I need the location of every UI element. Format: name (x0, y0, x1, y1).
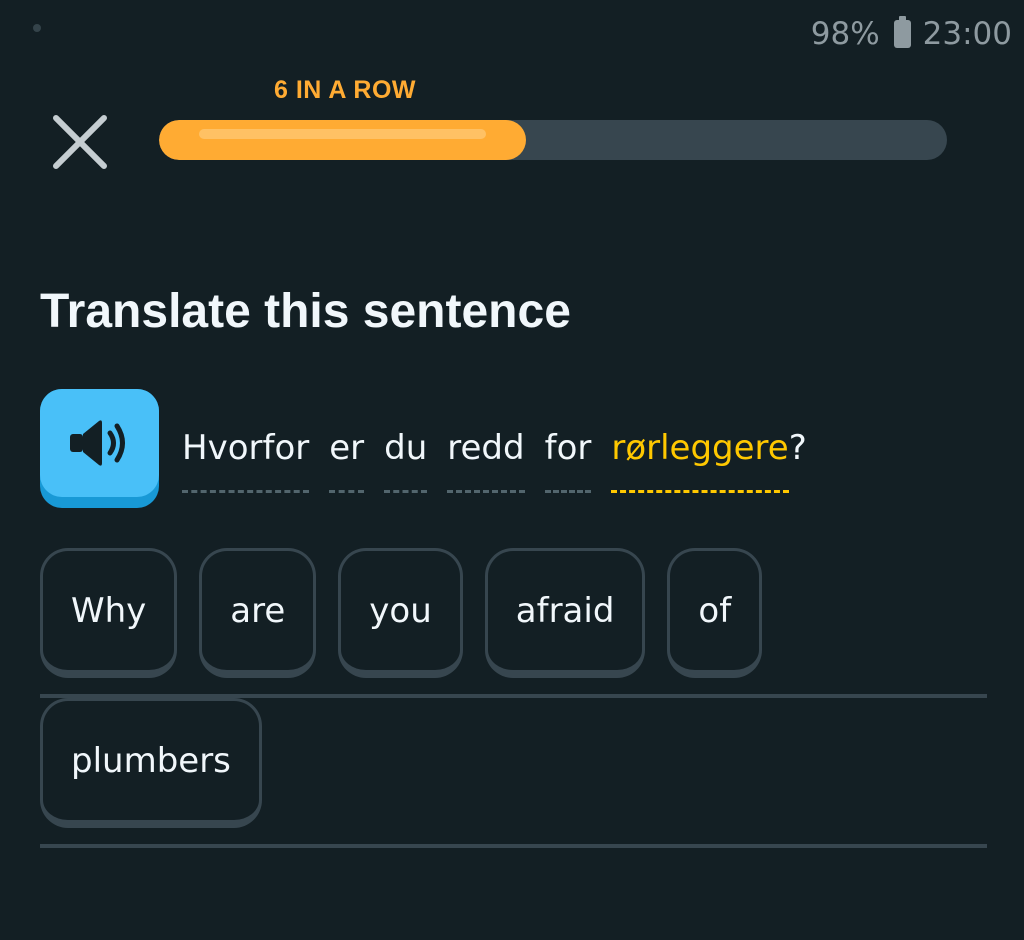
lesson-progress-bar (159, 120, 947, 160)
notification-dot (33, 24, 41, 32)
sentence-word[interactable]: Hvorfor (182, 424, 310, 493)
play-audio-button[interactable] (40, 389, 159, 508)
battery-icon (893, 16, 911, 48)
clock: 23:00 (922, 16, 1012, 52)
sentence-punctuation: ? (788, 428, 807, 468)
answer-area: Why are you afraid of plumbers (40, 548, 987, 848)
word-tile-you[interactable]: you (338, 548, 463, 678)
close-icon (53, 115, 107, 169)
answer-line: Why are you afraid of (40, 548, 987, 698)
sentence-word[interactable]: er (329, 424, 365, 493)
sentence-word[interactable]: for (544, 424, 592, 493)
sentence-word[interactable]: redd (447, 424, 525, 493)
answer-line: plumbers (40, 698, 987, 848)
progress-shine (199, 129, 486, 139)
progress-fill (159, 120, 526, 160)
highlighted-word[interactable]: rørleggere (611, 424, 789, 493)
word-tile-afraid[interactable]: afraid (484, 548, 646, 678)
word-tile-why[interactable]: Why (40, 548, 178, 678)
source-sentence: Hvorfor er du redd for rørleggere? (182, 424, 807, 493)
streak-label: 6 IN A ROW (273, 76, 417, 104)
word-tile-are[interactable]: are (199, 548, 317, 678)
challenge-title: Translate this sentence (40, 285, 571, 338)
word-tile-of[interactable]: of (667, 548, 763, 678)
status-bar: 98% 23:00 (811, 12, 1012, 56)
close-button[interactable] (46, 108, 114, 176)
battery-percentage: 98% (810, 16, 880, 52)
word-tile-plumbers[interactable]: plumbers (40, 698, 262, 828)
speaker-icon (69, 420, 125, 466)
sentence-word[interactable]: du (384, 424, 428, 493)
